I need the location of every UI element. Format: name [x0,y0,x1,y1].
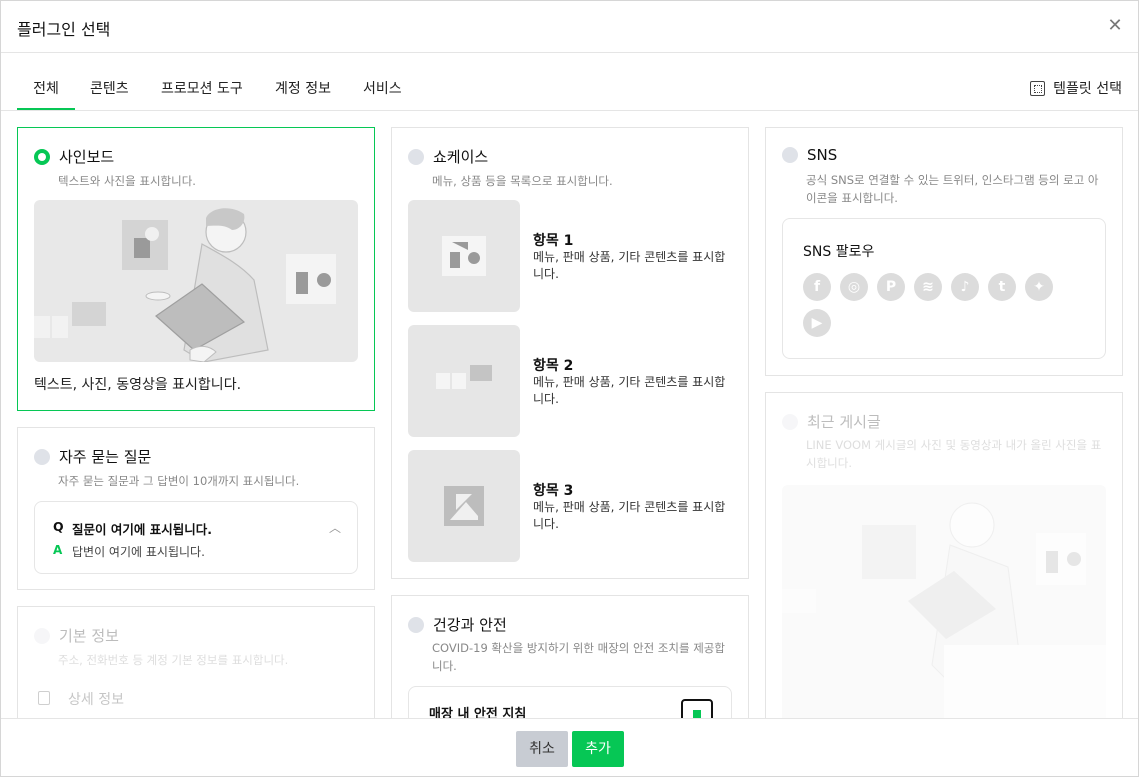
tab-label: 서비스 [363,81,402,97]
tab-contents[interactable]: 콘텐츠 [90,78,129,110]
tumblr-icon[interactable]: t [988,273,1016,301]
item-thumbnail [408,200,520,312]
tab-label: 프로모션 도구 [161,81,243,97]
card-title: 건강과 안전 [433,616,507,634]
card-title: 기본 정보 [59,627,119,645]
tab-all[interactable]: 전체 [17,78,75,110]
answer-mark: A [53,543,63,557]
faq-answer: 답변이 여기에 표시됩니다. [72,545,205,559]
person-illustration [782,502,1106,718]
signboard-illustration [34,200,358,362]
image-placeholder-icon [442,236,486,276]
card-header: 쇼케이스 [408,146,488,167]
item-description: 메뉴, 판매 상품, 기타 콘텐츠를 표시합니다. [533,375,726,406]
tiktok-icon[interactable]: ♪ [951,273,979,301]
plugin-card-sns[interactable]: SNS 공식 SNS로 연결할 수 있는 트위터, 인스타그램 등의 로고 아이… [765,127,1123,376]
card-caption: 텍스트, 사진, 동영상을 표시합니다. [34,377,242,393]
item-description: 메뉴, 판매 상품, 기타 콘텐츠를 표시합니다. [533,250,726,281]
shield-icon [681,699,713,718]
card-header: 기본 정보 [34,625,119,646]
recent-posts-illustration [782,485,1106,718]
dialog-title: 플러그인 선택 [17,20,111,39]
cancel-button[interactable]: 취소 [516,731,568,767]
template-select-button[interactable]: 템플릿 선택 [1030,78,1122,98]
sns-follow-title: SNS 팔로우 [803,244,875,260]
plugin-card-faq[interactable]: 자주 묻는 질문 자주 묻는 질문과 그 답변이 10개까지 표시됩니다. Q … [17,427,375,590]
radio-unselected[interactable] [34,448,50,465]
tab-label: 계정 정보 [275,81,331,97]
person-illustration [34,208,336,362]
youtube-icon[interactable]: ▶ [803,309,831,337]
radio-unselected[interactable] [782,147,798,163]
item-title: 항목 1 [533,233,574,249]
card-title: 최근 게시글 [807,413,881,431]
card-description: 메뉴, 상품 등을 목록으로 표시합니다. [432,174,613,188]
radio-unselected[interactable] [782,413,798,430]
tab-account-info[interactable]: 계정 정보 [275,78,331,110]
item-description: 메뉴, 판매 상품, 기타 콘텐츠를 표시합니다. [533,500,726,531]
radio-unselected[interactable] [34,627,50,644]
facebook-icon[interactable]: f [803,273,831,301]
plugin-card-basic-info[interactable]: 기본 정보 주소, 전화번호 등 계정 기본 정보를 표시합니다. 상세 정보 [17,606,375,718]
plugin-grid: 사인보드 텍스트와 사진을 표시합니다. 텍스트, 사진, 동영상을 표시합니다… [1,112,1138,718]
question-mark: Q [53,519,64,534]
radio-selected[interactable] [34,148,50,165]
shield-cross [693,710,701,718]
pinterest-icon[interactable]: P [877,273,905,301]
card-title: SNS [807,146,838,164]
add-button[interactable]: 추가 [572,731,624,767]
card-description: COVID-19 확산을 방지하기 위한 매장의 안전 조치를 제공합니다. [432,641,725,673]
item-thumbnail [408,325,520,437]
card-title: 쇼케이스 [433,148,489,166]
radio-unselected[interactable] [408,616,424,633]
tab-label: 전체 [33,81,59,97]
detail-label: 상세 정보 [68,692,124,708]
tab-services[interactable]: 서비스 [363,78,402,110]
plugin-select-dialog: 플러그인 선택 ✕ 전체 콘텐츠 프로모션 도구 계정 정보 서비스 템플릿 선… [0,0,1139,777]
plugin-card-recent-posts[interactable]: 최근 게시글 LINE VOOM 게시글의 사진 및 동영상과 내가 올린 사진… [765,392,1123,718]
spotify-icon[interactable]: ≋ [914,273,942,301]
faq-question: 질문이 여기에 표시됩니다. [72,522,212,537]
item-thumbnail [408,450,520,562]
card-header: 자주 묻는 질문 [34,446,151,467]
twitter-icon[interactable]: ✦ [1025,273,1053,301]
instagram-icon[interactable]: ◎ [840,273,868,301]
image-placeholder-icon [436,365,492,389]
template-icon [1030,80,1046,96]
tab-label: 콘텐츠 [90,81,129,97]
chevron-up-icon[interactable]: ︿ [329,519,341,536]
card-header: SNS [782,146,837,164]
card-description: 자주 묻는 질문과 그 답변이 10개까지 표시됩니다. [58,474,300,488]
tab-bar: 전체 콘텐츠 프로모션 도구 계정 정보 서비스 템플릿 선택 [1,53,1138,111]
close-icon[interactable]: ✕ [1106,17,1124,35]
document-icon [38,691,50,705]
template-select-label: 템플릿 선택 [1053,81,1122,97]
faq-preview-box: Q 질문이 여기에 표시됩니다. ︿ A 답변이 여기에 표시됩니다. [34,501,358,574]
card-header: 사인보드 [34,146,114,167]
dialog-footer: 취소 추가 [1,718,1138,776]
card-description: 텍스트와 사진을 표시합니다. [58,174,196,188]
item-title: 항목 2 [533,358,574,374]
card-description: 주소, 전화번호 등 계정 기본 정보를 표시합니다. [58,653,289,667]
plugin-card-health-safety[interactable]: 건강과 안전 COVID-19 확산을 방지하기 위한 매장의 안전 조치를 제… [391,595,749,718]
item-title: 항목 3 [533,483,574,499]
dialog-header: 플러그인 선택 ✕ [1,1,1138,53]
card-description: 공식 SNS로 연결할 수 있는 트위터, 인스타그램 등의 로고 아이콘을 표… [806,173,1099,205]
safety-guide-box: 매장 내 안전 지침 [408,686,732,718]
card-description: LINE VOOM 게시글의 사진 및 동영상과 내가 올린 사진을 표시합니다… [806,438,1102,470]
plugin-card-signboard[interactable]: 사인보드 텍스트와 사진을 표시합니다. 텍스트, 사진, 동영상을 표시합니다… [17,127,375,411]
card-header: 건강과 안전 [408,614,507,635]
image-placeholder-icon [444,486,484,526]
safety-guide-title: 매장 내 안전 지침 [429,707,527,718]
sns-follow-box: SNS 팔로우 f ◎ P ≋ ♪ t ✦ ▶ [782,218,1106,359]
plugin-card-showcase[interactable]: 쇼케이스 메뉴, 상품 등을 목록으로 표시합니다. 항목 1 메뉴, 판매 상… [391,127,749,579]
radio-unselected[interactable] [408,148,424,165]
tab-promotion-tools[interactable]: 프로모션 도구 [161,78,243,110]
card-header: 최근 게시글 [782,411,881,432]
card-title: 사인보드 [59,148,115,166]
card-title: 자주 묻는 질문 [59,448,152,466]
